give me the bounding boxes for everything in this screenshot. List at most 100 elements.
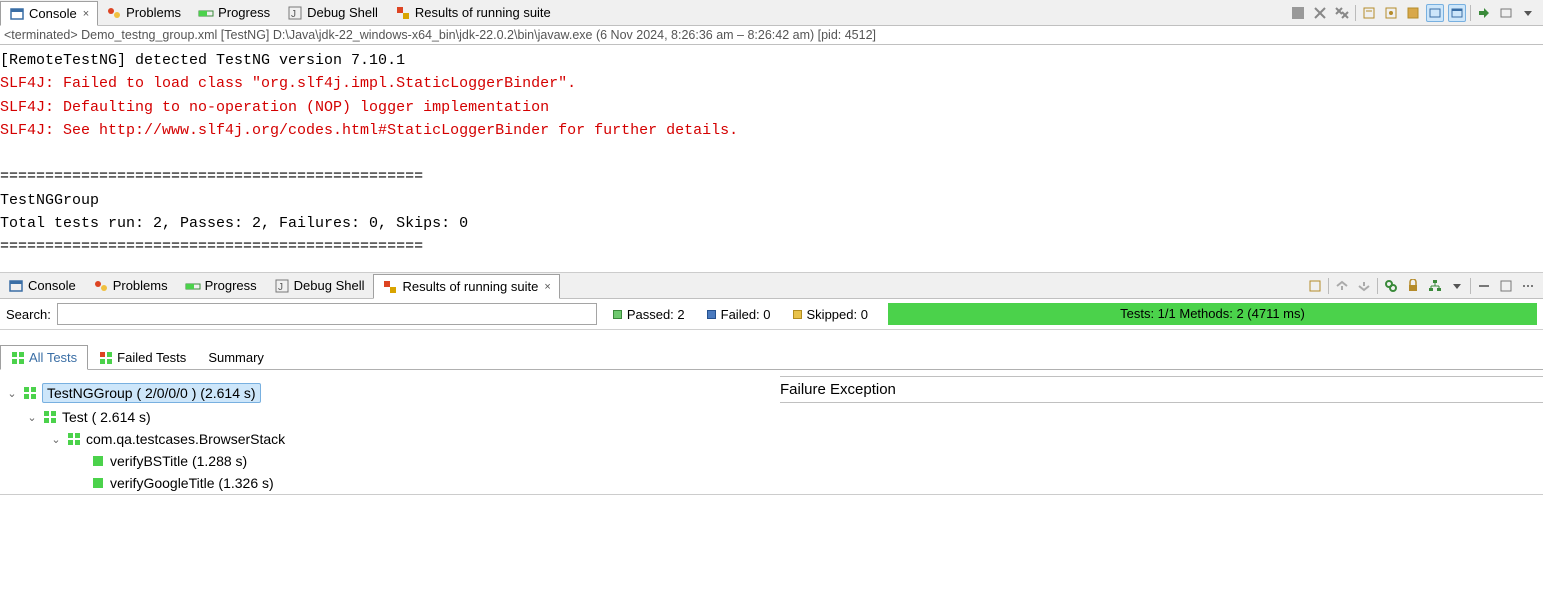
- close-icon[interactable]: ×: [83, 8, 89, 20]
- tab-results-top-label: Results of running suite: [415, 5, 551, 20]
- tab-problems-b[interactable]: Problems: [85, 273, 177, 298]
- results-panel: Console Problems Progress J Debug Shell …: [0, 273, 1543, 495]
- tree-node-method[interactable]: verifyGoogleTitle (1.326 s): [6, 472, 780, 494]
- tab-problems-label: Problems: [126, 5, 181, 20]
- results-search-row: Search: Passed: 2 Failed: 0 Skipped: 0 T…: [0, 299, 1543, 330]
- tab-progress-b[interactable]: Progress: [177, 273, 266, 298]
- tree-node-suite[interactable]: ⌄ TestNGGroup ( 2/0/0/0 ) (2.614 s): [6, 380, 780, 406]
- view-menu-icon[interactable]: [1519, 277, 1537, 295]
- tab-console[interactable]: Console ×: [0, 1, 98, 26]
- svg-text:J: J: [278, 282, 283, 293]
- debug-shell-icon: J: [274, 278, 290, 294]
- search-input[interactable]: [57, 303, 597, 325]
- tree-node-test[interactable]: ⌄ Test ( 2.614 s): [6, 406, 780, 428]
- toolbar-menu-icon[interactable]: [1448, 277, 1466, 295]
- failed-icon: [707, 310, 716, 319]
- tab-console-label: Console: [29, 6, 77, 21]
- results-body: ⌄ TestNGGroup ( 2/0/0/0 ) (2.614 s) ⌄ Te…: [0, 370, 1543, 494]
- skipped-counter: Skipped: 0: [793, 307, 868, 322]
- maximize-icon[interactable]: [1497, 277, 1515, 295]
- tab-results-b[interactable]: Results of running suite ×: [373, 274, 559, 299]
- tab-results-top[interactable]: Results of running suite: [387, 0, 560, 25]
- tree-node-class[interactable]: ⌄ com.qa.testcases.BrowserStack: [6, 428, 780, 450]
- failed-tests-icon: [99, 351, 113, 365]
- prev-failure-icon[interactable]: [1333, 277, 1351, 295]
- remove-launch-icon[interactable]: [1311, 4, 1329, 22]
- expander-icon[interactable]: ⌄: [26, 411, 38, 424]
- console-line: ========================================…: [0, 168, 423, 185]
- tab-debug-shell-b-label: Debug Shell: [294, 278, 365, 293]
- tab-debug-shell-label: Debug Shell: [307, 5, 378, 20]
- search-label: Search:: [6, 307, 51, 322]
- launch-status-line: <terminated> Demo_testng_group.xml [Test…: [0, 26, 1543, 45]
- tree-node-suite-label: TestNGGroup ( 2/0/0/0 ) (2.614 s): [42, 383, 261, 403]
- hierarchy-icon[interactable]: [1426, 277, 1444, 295]
- console-toolbar: [1289, 4, 1543, 22]
- subtab-summary[interactable]: Summary: [197, 345, 275, 370]
- next-failure-icon[interactable]: [1355, 277, 1373, 295]
- passed-counter: Passed: 2: [613, 307, 685, 322]
- failed-counter: Failed: 0: [707, 307, 771, 322]
- testng-icon: [382, 279, 398, 295]
- lock-icon[interactable]: [1404, 277, 1422, 295]
- console-dropdown-icon[interactable]: [1497, 4, 1515, 22]
- refresh-icon[interactable]: [1306, 277, 1324, 295]
- progress-bar: Tests: 1/1 Methods: 2 (4711 ms): [888, 303, 1537, 325]
- console-line: SLF4J: Failed to load class "org.slf4j.i…: [0, 75, 576, 92]
- tab-problems[interactable]: Problems: [98, 0, 190, 25]
- test-icon: [42, 409, 58, 425]
- result-counters: Passed: 2 Failed: 0 Skipped: 0: [613, 307, 868, 322]
- results-toolbar: [1306, 277, 1543, 295]
- failure-header: Failure Exception: [780, 381, 1543, 403]
- pin-console-icon[interactable]: [1404, 4, 1422, 22]
- results-subtabs: All Tests Failed Tests Summary: [0, 344, 1543, 370]
- view-menu-icon[interactable]: [1519, 4, 1537, 22]
- suite-icon: [22, 385, 38, 401]
- skipped-value: Skipped: 0: [807, 307, 868, 322]
- expander-icon[interactable]: ⌄: [6, 387, 18, 400]
- remove-all-icon[interactable]: [1333, 4, 1351, 22]
- tab-console-b-label: Console: [28, 278, 76, 293]
- svg-text:J: J: [291, 9, 296, 20]
- failed-value: Failed: 0: [721, 307, 771, 322]
- tab-console-b[interactable]: Console: [0, 273, 85, 298]
- problems-icon: [93, 278, 109, 294]
- subtab-failed-tests[interactable]: Failed Tests: [88, 345, 197, 370]
- all-tests-icon: [11, 351, 25, 365]
- clear-console-icon[interactable]: [1360, 4, 1378, 22]
- console-line: TestNGGroup: [0, 192, 99, 209]
- tree-node-test-label: Test ( 2.614 s): [62, 409, 151, 425]
- terminate-icon[interactable]: [1289, 4, 1307, 22]
- console-output[interactable]: [RemoteTestNG] detected TestNG version 7…: [0, 45, 1543, 272]
- new-console-icon[interactable]: [1475, 4, 1493, 22]
- console-line: SLF4J: Defaulting to no-operation (NOP) …: [0, 99, 549, 116]
- subtab-all-tests[interactable]: All Tests: [0, 345, 88, 370]
- tab-debug-shell[interactable]: J Debug Shell: [279, 0, 387, 25]
- console-line: [RemoteTestNG] detected TestNG version 7…: [0, 52, 405, 69]
- bottom-tab-bar: Console Problems Progress J Debug Shell …: [0, 273, 1543, 299]
- failure-panel: Failure Exception: [780, 376, 1543, 494]
- tab-debug-shell-b[interactable]: J Debug Shell: [266, 273, 374, 298]
- console-line: Total tests run: 2, Passes: 2, Failures:…: [0, 215, 468, 232]
- top-tab-bar: Console × Problems Progress J Debug Shel…: [0, 0, 1543, 26]
- tree-node-class-label: com.qa.testcases.BrowserStack: [86, 431, 285, 447]
- display-selected-icon[interactable]: [1426, 4, 1444, 22]
- passed-value: Passed: 2: [627, 307, 685, 322]
- console-panel: Console × Problems Progress J Debug Shel…: [0, 0, 1543, 273]
- expander-icon[interactable]: ⌄: [50, 433, 62, 446]
- link-icon[interactable]: [1382, 277, 1400, 295]
- tab-problems-b-label: Problems: [113, 278, 168, 293]
- open-console-icon[interactable]: [1448, 4, 1466, 22]
- passed-icon: [613, 310, 622, 319]
- console-icon: [9, 6, 25, 22]
- scroll-lock-icon[interactable]: [1382, 4, 1400, 22]
- console-icon: [8, 278, 24, 294]
- console-line: SLF4J: See http://www.slf4j.org/codes.ht…: [0, 122, 738, 139]
- tab-progress[interactable]: Progress: [190, 0, 279, 25]
- test-tree[interactable]: ⌄ TestNGGroup ( 2/0/0/0 ) (2.614 s) ⌄ Te…: [0, 376, 780, 494]
- progress-icon: [198, 5, 214, 21]
- tree-node-method[interactable]: verifyBSTitle (1.288 s): [6, 450, 780, 472]
- minimize-icon[interactable]: [1475, 277, 1493, 295]
- close-icon[interactable]: ×: [544, 281, 550, 293]
- class-icon: [66, 431, 82, 447]
